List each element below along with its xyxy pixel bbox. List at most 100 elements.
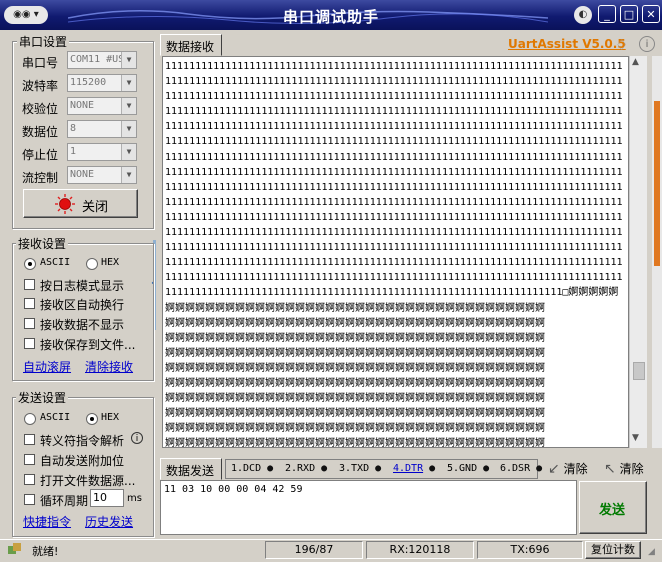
- info-icon[interactable]: i: [131, 432, 143, 444]
- led-icon: ●: [267, 463, 274, 474]
- byte-count: 196/87: [265, 541, 363, 559]
- clear-receive-link[interactable]: 清除接收: [85, 358, 133, 375]
- log-mode-label: 按日志模式显示: [40, 279, 125, 293]
- maximize-button[interactable]: □: [620, 5, 638, 23]
- escape-parse-checkbox[interactable]: [24, 434, 35, 445]
- clear-send-label: 清除: [619, 462, 644, 476]
- signal-txd: 3.TXD ●: [339, 463, 382, 474]
- status-text: 就绪!: [32, 545, 59, 558]
- send-input[interactable]: 11 03 10 00 00 04 42 59: [160, 480, 577, 535]
- save-to-file-label: 接收保存到文件...: [40, 338, 136, 352]
- baud-label: 波特率: [22, 79, 59, 93]
- hide-data-checkbox[interactable]: [24, 318, 35, 329]
- arrow-down-left-icon: ↙: [548, 461, 560, 477]
- close-port-label: 关闭: [82, 200, 109, 215]
- databits-select[interactable]: 8 ▼: [67, 120, 137, 138]
- diamond-icon[interactable]: ♢: [615, 36, 628, 54]
- brand-label: UartAssist V5.0.5: [508, 37, 626, 51]
- send-hex-label: HEX: [101, 412, 120, 423]
- send-settings-title: 发送设置: [16, 389, 69, 406]
- send-text: 11 03 10 00 00 04 42 59: [164, 484, 303, 495]
- loop-period-label: 循环周期: [40, 494, 89, 508]
- send-button-label: 发送: [599, 503, 626, 518]
- file-source-checkbox[interactable]: [24, 474, 35, 485]
- tab-send[interactable]: 数据发送: [160, 458, 222, 480]
- reset-count-button[interactable]: 复位计数: [585, 541, 641, 559]
- history-link[interactable]: 历史发送: [85, 513, 133, 530]
- append-bits-label: 自动发送附加位: [40, 454, 125, 468]
- file-source-label: 打开文件数据源...: [40, 474, 136, 488]
- receive-hex-radio[interactable]: [86, 258, 98, 270]
- red-light-icon: [55, 194, 75, 214]
- receive-scrollbar[interactable]: ▲ ▼: [629, 56, 647, 448]
- resize-grip-icon[interactable]: ◢: [648, 547, 655, 557]
- signal-rxd: 2.RXD ●: [285, 463, 328, 474]
- led-icon: ●: [483, 463, 490, 474]
- log-mode-checkbox[interactable]: [24, 279, 35, 290]
- flowcontrol-select[interactable]: NONE ▼: [67, 166, 137, 184]
- tx-count: TX:696: [477, 541, 583, 559]
- escape-parse-label: 转义符指令解析: [40, 434, 125, 448]
- chevron-down-icon: ▼: [121, 144, 136, 160]
- signal-dcd: 1.DCD ●: [231, 463, 274, 474]
- send-hex-radio[interactable]: [86, 413, 98, 425]
- port-select[interactable]: COM11 #US ▼: [67, 51, 137, 69]
- led-icon: ●: [536, 463, 543, 474]
- chevron-down-icon: ▼: [121, 98, 136, 114]
- info-circle-icon[interactable]: i: [639, 36, 655, 52]
- chevron-down-icon: ▼: [121, 52, 136, 68]
- tab-send-label: 数据发送: [166, 464, 215, 478]
- pin-icon[interactable]: ◐: [574, 6, 592, 24]
- append-bits-checkbox[interactable]: [24, 454, 35, 465]
- signal-dsr: 6.DSR ●: [500, 463, 543, 474]
- loop-period-checkbox[interactable]: [24, 494, 35, 505]
- minimize-button[interactable]: _: [598, 5, 616, 23]
- auto-wrap-checkbox[interactable]: [24, 298, 35, 309]
- close-window-button[interactable]: ✕: [642, 5, 660, 23]
- scroll-thumb[interactable]: [633, 362, 645, 380]
- shortcut-link[interactable]: 快捷指令: [23, 513, 71, 530]
- tab-receive-label: 数据接收: [166, 40, 215, 54]
- chevron-down-icon: ▼: [121, 121, 136, 137]
- period-unit: ms: [127, 493, 142, 504]
- baud-select[interactable]: 115200 ▼: [67, 74, 137, 92]
- status-icon: [8, 543, 22, 555]
- clear-receive-button[interactable]: ↙ 清除: [548, 460, 588, 477]
- stopbits-select[interactable]: 1 ▼: [67, 143, 137, 161]
- led-icon: ●: [375, 463, 382, 474]
- parity-label: 校验位: [22, 102, 59, 116]
- clear-send-button[interactable]: ↖ 清除: [604, 460, 644, 477]
- stopbits-label: 停止位: [22, 148, 59, 162]
- period-input[interactable]: 10: [90, 489, 124, 507]
- receive-area[interactable]: 1111111111111111111111111111111111111111…: [162, 56, 629, 448]
- led-icon: ●: [321, 463, 328, 474]
- auto-wrap-label: 接收区自动换行: [40, 298, 125, 312]
- send-ascii-label: ASCII: [40, 412, 71, 423]
- rx-count: RX:120118: [366, 541, 474, 559]
- signal-gnd: 5.GND ●: [447, 463, 490, 474]
- outer-scrollbar[interactable]: [652, 56, 662, 448]
- receive-ascii-radio[interactable]: [24, 258, 36, 270]
- tab-receive[interactable]: 数据接收: [160, 34, 222, 56]
- serial-settings-title: 串口设置: [17, 33, 70, 50]
- parity-select[interactable]: NONE ▼: [67, 97, 137, 115]
- scroll-down-icon[interactable]: ▼: [632, 433, 639, 443]
- databits-label: 数据位: [22, 125, 59, 139]
- send-ascii-radio[interactable]: [24, 413, 36, 425]
- signal-dtr[interactable]: 4.DTR ●: [393, 463, 435, 474]
- chevron-down-icon: ▼: [121, 167, 136, 183]
- arrow-up-left-icon: ↖: [604, 461, 616, 477]
- send-button[interactable]: 发送: [579, 481, 647, 534]
- scroll-up-icon[interactable]: ▲: [632, 57, 639, 67]
- receive-settings-title: 接收设置: [16, 235, 69, 252]
- hide-data-label: 接收数据不显示: [40, 318, 125, 332]
- receive-text: 1111111111111111111111111111111111111111…: [165, 61, 623, 448]
- window-title: 串口调试助手: [282, 8, 379, 26]
- chevron-down-icon: ▼: [121, 75, 136, 91]
- clear-receive-label: 清除: [563, 462, 588, 476]
- reset-count-label: 复位计数: [591, 543, 635, 556]
- port-label: 串口号: [22, 56, 59, 70]
- close-port-button[interactable]: 关闭: [23, 189, 138, 218]
- auto-scroll-link[interactable]: 自动滚屏: [23, 358, 71, 375]
- save-to-file-checkbox[interactable]: [24, 338, 35, 349]
